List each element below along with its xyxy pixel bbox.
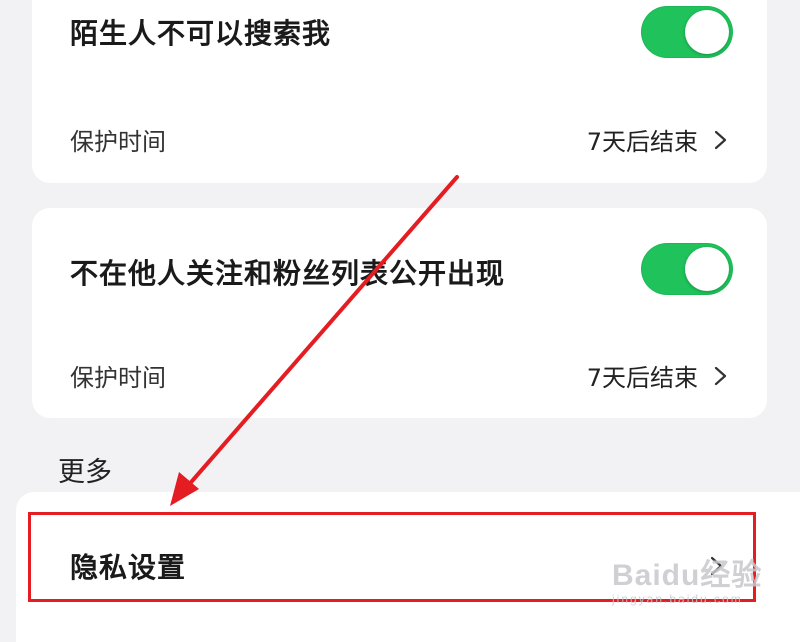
protection-row-search[interactable]: 保护时间 7天后结束 <box>70 122 730 157</box>
toggle-knob <box>685 10 729 54</box>
chevron-right-icon <box>714 366 727 385</box>
protection-row-followlist[interactable]: 保护时间 7天后结束 <box>70 358 730 393</box>
setting-title-followlist: 不在他人关注和粉丝列表公开出现 <box>70 257 506 290</box>
toggle-knob <box>685 247 729 291</box>
setting-row-followlist: 不在他人关注和粉丝列表公开出现 <box>70 252 730 292</box>
protection-value: 7天后结束 <box>586 128 698 156</box>
watermark-sub: jingyan.baidu.com <box>612 592 743 606</box>
chevron-right-icon <box>714 130 727 149</box>
baidu-watermark: Baidu经验 jingyan.baidu.com <box>612 550 772 610</box>
setting-row-search: 陌生人不可以搜索我 <box>70 12 730 52</box>
toggle-followlist[interactable] <box>641 243 733 295</box>
protection-label: 保护时间 <box>70 128 166 156</box>
protection-label: 保护时间 <box>70 364 166 392</box>
protection-value-wrap: 7天后结束 <box>587 358 730 393</box>
toggle-search[interactable] <box>641 6 733 58</box>
protection-value: 7天后结束 <box>586 364 698 392</box>
watermark-main: Baidu经验 <box>612 559 763 592</box>
setting-title-search: 陌生人不可以搜索我 <box>70 17 332 50</box>
protection-value-wrap: 7天后结束 <box>587 122 730 157</box>
section-heading-more: 更多 <box>58 457 112 488</box>
